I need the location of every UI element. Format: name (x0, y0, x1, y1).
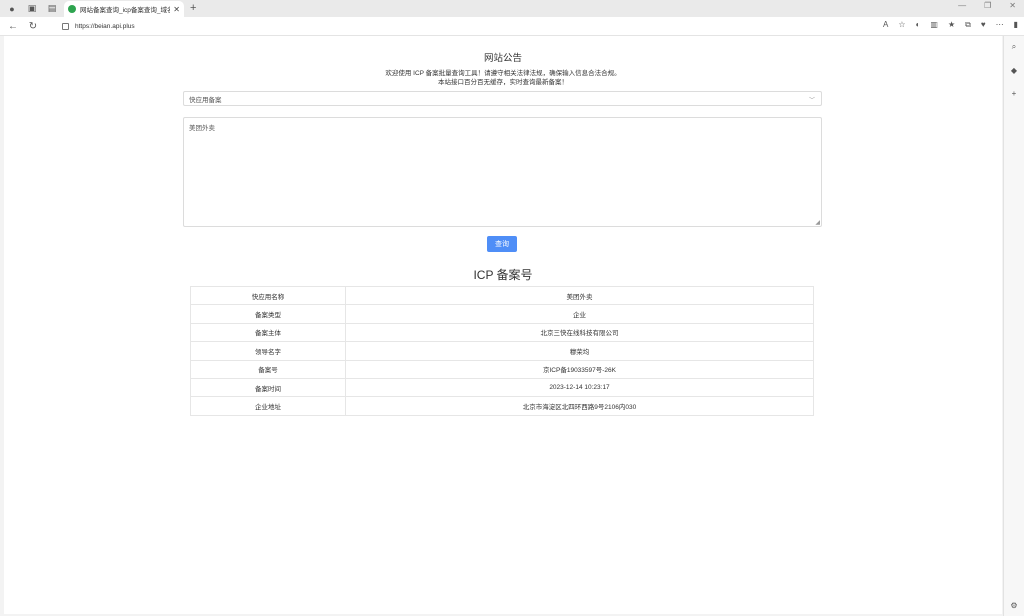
web-page: 网站公告 欢迎使用 ICP 备案批量查询工具！请遵守相关法律法规，确保输入信息合… (4, 36, 1002, 614)
browser-essentials-icon[interactable]: ♥ (981, 20, 986, 30)
row-key: 快应用名称 (190, 285, 346, 306)
resize-handle-icon[interactable]: ◢ (815, 219, 820, 226)
profile-icon[interactable]: ● (4, 1, 20, 17)
record-type-value: 快应用备案 (189, 96, 222, 104)
row-value: 穆荣均 (345, 341, 814, 361)
new-tab-icon[interactable]: + (190, 2, 196, 14)
lock-icon[interactable] (62, 23, 69, 30)
copilot-icon[interactable]: ◆ (1011, 66, 1017, 75)
row-value: 京ICP备19033597号-26K (345, 359, 814, 379)
row-key: 企业地址 (190, 396, 346, 416)
browser-sidebar: ⌕ ◆ + ⚙ (1003, 36, 1024, 616)
search-icon[interactable]: ⌕ (1012, 42, 1016, 52)
minimize-icon[interactable]: — (958, 1, 966, 10)
toolbar-actions: A ☆ ◐ ▥ ★ ⧉ ♥ ⋯ ▮ (883, 20, 1018, 30)
row-key: 领导名字 (190, 341, 346, 361)
more-menu-icon[interactable]: ⋯ (996, 20, 1004, 30)
address-bar[interactable]: https://beian.api.plus (62, 19, 832, 34)
close-window-icon[interactable]: ✕ (1009, 1, 1016, 10)
table-row: 快应用名称 美团外卖 (190, 285, 814, 306)
row-value: 2023-12-14 10:23:17 (345, 377, 814, 398)
row-value: 北京三快在线科技有限公司 (345, 322, 814, 343)
browser-tab[interactable]: 网站备案查询_icp备案查询_域名备案 ✕ (64, 1, 184, 17)
tab-actions-icon[interactable]: ▤ (44, 1, 60, 17)
read-aloud-icon[interactable]: A (883, 20, 888, 30)
table-row: 备案号 京ICP备19033597号-26K (190, 359, 814, 379)
notice-title: 网站公告 (483, 53, 522, 64)
browser-toolbar: ← ↻ https://beian.api.plus A ☆ ◐ ▥ ★ ⧉ ♥… (0, 17, 1024, 36)
favorites-icon[interactable]: ★ (948, 20, 955, 30)
favorite-star-icon[interactable]: ☆ (898, 20, 905, 30)
result-title: ICP 备案号 (473, 268, 533, 282)
workspaces-icon[interactable]: ▣ (24, 1, 40, 17)
add-sidebar-item-icon[interactable]: + (1012, 89, 1017, 98)
split-screen-icon[interactable]: ▥ (930, 20, 938, 30)
table-row: 备案时间 2023-12-14 10:23:17 (190, 377, 814, 398)
restore-icon[interactable]: ❐ (984, 1, 991, 10)
query-textarea[interactable]: 美团外卖 ◢ (183, 117, 822, 227)
close-tab-icon[interactable]: ✕ (173, 5, 180, 14)
site-favicon-icon (68, 5, 76, 13)
collections-icon[interactable]: ⧉ (965, 20, 971, 30)
table-row: 企业地址 北京市海淀区北四环西路9号2106内030 (190, 396, 814, 416)
query-button[interactable]: 查询 (487, 236, 517, 252)
row-key: 备案时间 (190, 377, 346, 398)
row-key: 备案类型 (190, 304, 346, 324)
sidebar-toggle-icon[interactable]: ▮ (1014, 20, 1018, 30)
table-row: 领导名字 穆荣均 (190, 341, 814, 361)
gear-icon[interactable]: ⚙ (1010, 601, 1017, 610)
result-table: 快应用名称 美团外卖 备案类型 企业 备案主体 北京三快在线科技有限公司 领导名字 穆荣… (190, 285, 814, 416)
chevron-down-icon: ﹀ (808, 98, 815, 104)
back-icon[interactable]: ← (6, 21, 20, 32)
window-controls: — ❐ ✕ (958, 1, 1016, 10)
row-key: 备案号 (190, 359, 346, 379)
record-type-select[interactable]: 快应用备案 ﹀ (183, 91, 822, 106)
tab-strip: ● ▣ ▤ 网站备案查询_icp备案查询_域名备案 ✕ + — ❐ ✕ (0, 0, 1024, 17)
refresh-icon[interactable]: ↻ (26, 21, 40, 32)
notice-line-2: 本站接口百分百无缓存，实时查询最新备案！ (438, 79, 568, 86)
query-text: 美团外卖 (189, 125, 215, 132)
table-row: 备案类型 企业 (190, 304, 814, 324)
row-value: 企业 (345, 304, 814, 324)
url-text: https://beian.api.plus (75, 23, 135, 30)
extension-icon[interactable]: ◐ (916, 20, 921, 30)
tab-title: 网站备案查询_icp备案查询_域名备案 (80, 7, 170, 14)
row-key: 备案主体 (190, 322, 346, 343)
row-value: 北京市海淀区北四环西路9号2106内030 (345, 396, 814, 416)
row-value: 美团外卖 (345, 285, 814, 306)
table-row: 备案主体 北京三快在线科技有限公司 (190, 322, 814, 343)
